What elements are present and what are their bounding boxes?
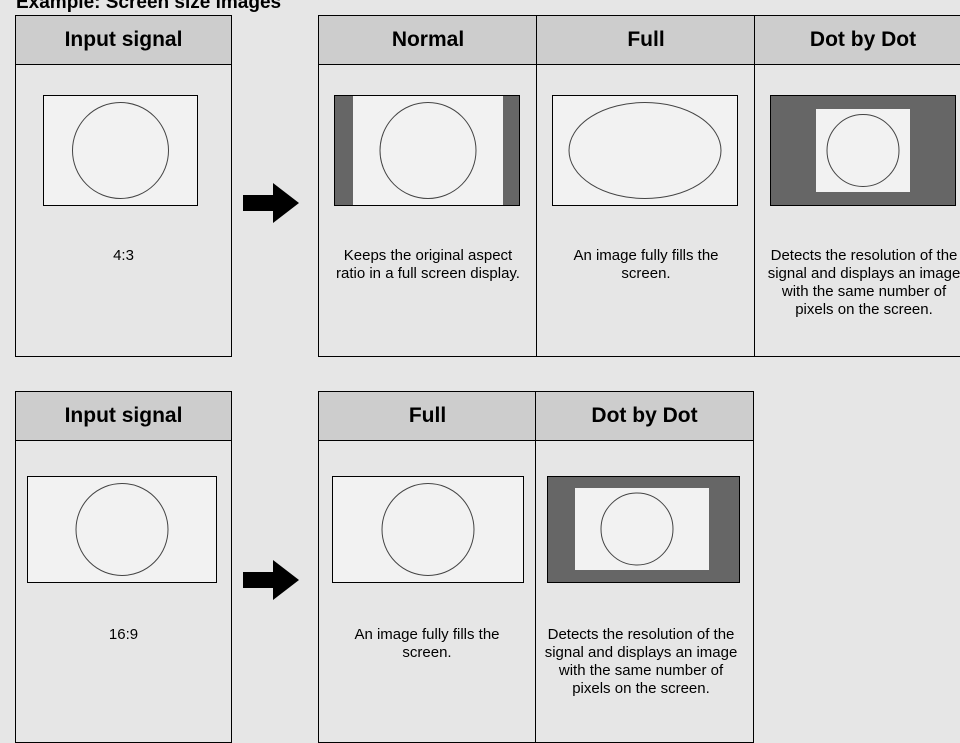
output-modes-table-16-9: Full Dot by Dot An image fully fills the…: [318, 391, 754, 743]
input-label: 16:9: [108, 626, 139, 643]
input-image-16-9: [27, 476, 217, 583]
mode-header-full: Full: [319, 392, 536, 441]
dot-by-dot-mode-image: [770, 95, 956, 206]
full-mode-image: [332, 476, 524, 583]
input-signal-table-4-3: Input signal 4:3: [15, 15, 232, 357]
dot-by-dot-mode-description: Detects the resolution of the signal and…: [767, 247, 960, 318]
input-signal-header: Input signal: [16, 16, 231, 65]
dot-by-dot-mode-description: Detects the resolution of the signal and…: [544, 626, 738, 697]
mode-header-dot-by-dot: Dot by Dot: [755, 16, 960, 65]
normal-mode-image: [334, 95, 520, 206]
input-label: 4:3: [113, 247, 134, 264]
input-signal-table-16-9: Input signal 16:9: [15, 391, 232, 743]
dot-by-dot-mode-image: [547, 476, 740, 583]
mode-header-full: Full: [537, 16, 755, 65]
full-mode-image: [552, 95, 738, 206]
normal-mode-description: Keeps the original aspect ratio in a ful…: [336, 247, 520, 282]
full-mode-description: An image fully fills the screen.: [354, 626, 500, 661]
section-heading: Example: Screen size images: [16, 0, 282, 13]
mode-header-normal: Normal: [319, 16, 537, 65]
input-signal-header: Input signal: [16, 392, 231, 441]
arrow-right-icon: [243, 183, 301, 223]
full-mode-description: An image fully fills the screen.: [573, 247, 719, 282]
column-divider: [754, 16, 755, 356]
mode-header-dot-by-dot: Dot by Dot: [536, 392, 753, 441]
column-divider: [536, 16, 537, 356]
arrow-right-icon: [243, 560, 301, 600]
output-modes-table-4-3: Normal Full Dot by Dot Keeps the origina…: [318, 15, 960, 357]
input-image-4-3: [43, 95, 198, 206]
column-divider: [535, 392, 536, 742]
